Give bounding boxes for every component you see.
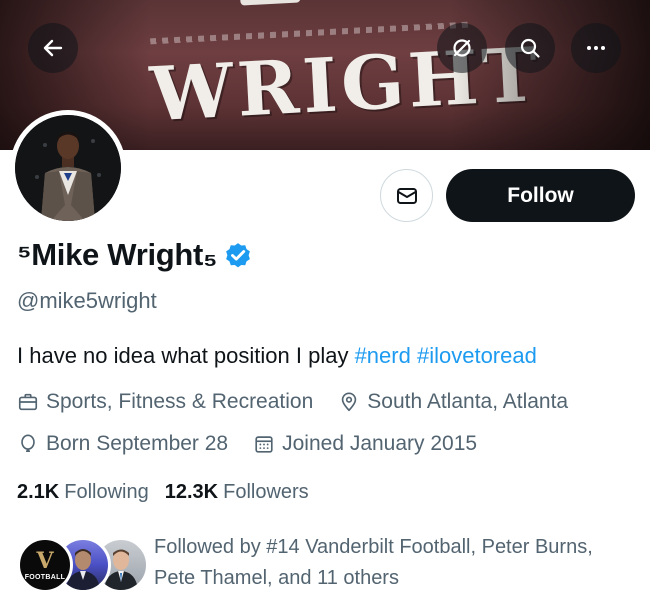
following-label: Following [64,481,149,503]
display-name-text: ⁵Mike Wright₅ [17,237,217,272]
followers-link[interactable]: 12.3K Followers [165,481,309,504]
balloon-icon [21,434,35,453]
profile-location: South Atlanta, Atlanta [338,390,568,414]
profile-birthday: Born September 28 [17,432,228,456]
profile-meta-row-1: Sports, Fitness & Recreation South Atlan… [17,390,568,414]
followed-by-text[interactable]: Followed by #14 Vanderbilt Football, Pet… [154,532,614,594]
more-button[interactable] [571,23,621,73]
vanderbilt-logo-caption: FOOTBALL [24,573,66,581]
person-in-suit-image [15,115,121,221]
joined-text: Joined January 2015 [282,432,478,455]
mail-icon [396,187,417,204]
grok-button[interactable] [437,23,487,73]
following-count: 2.1K [17,481,60,503]
search-button[interactable] [505,23,555,73]
location-text: South Atlanta, Atlanta [367,390,569,413]
display-name: ⁵Mike Wright₅ [17,237,253,273]
followers-label: Followers [223,481,309,503]
arrow-left-icon [43,39,63,57]
follow-button[interactable]: Follow [446,169,635,222]
search-icon [520,38,540,58]
profile-avatar[interactable] [10,110,126,226]
vanderbilt-logo-mark: V [36,547,54,574]
profile-meta-row-2: Born September 28 Joined January 2015 [17,432,477,456]
profile-handle: @mike5wright [17,288,157,313]
following-link[interactable]: 2.1K Following [17,481,149,504]
more-horizontal-icon [587,46,605,50]
calendar-icon [255,436,273,453]
mutual-avatar-vanderbilt: V FOOTBALL [17,537,73,593]
birthday-text: Born September 28 [46,432,229,455]
bio-text: I have no idea what position I play [17,343,355,368]
follow-counts: 2.1K Following 12.3K Followers [17,481,309,504]
location-pin-icon [342,392,357,412]
banner-shade-right [450,0,650,150]
profile-joined: Joined January 2015 [253,432,477,456]
avatar-photo [15,115,121,221]
category-text: Sports, Fitness & Recreation [46,390,314,413]
bio-hashtag-ilovetoread[interactable]: #ilovetoread [417,343,537,368]
bio-hashtag-nerd[interactable]: #nerd [355,343,411,368]
briefcase-icon [18,393,38,411]
message-button[interactable] [380,169,433,222]
back-button[interactable] [28,23,78,73]
grok-icon [453,39,471,57]
followers-count: 12.3K [164,481,219,503]
jersey-number-fragment [239,0,301,6]
mutual-followers-avatars[interactable]: V FOOTBALL [17,537,149,593]
profile-bio: I have no idea what position I play #ner… [17,343,537,369]
profile-category: Sports, Fitness & Recreation [17,390,313,414]
verified-badge-icon[interactable] [223,240,253,270]
